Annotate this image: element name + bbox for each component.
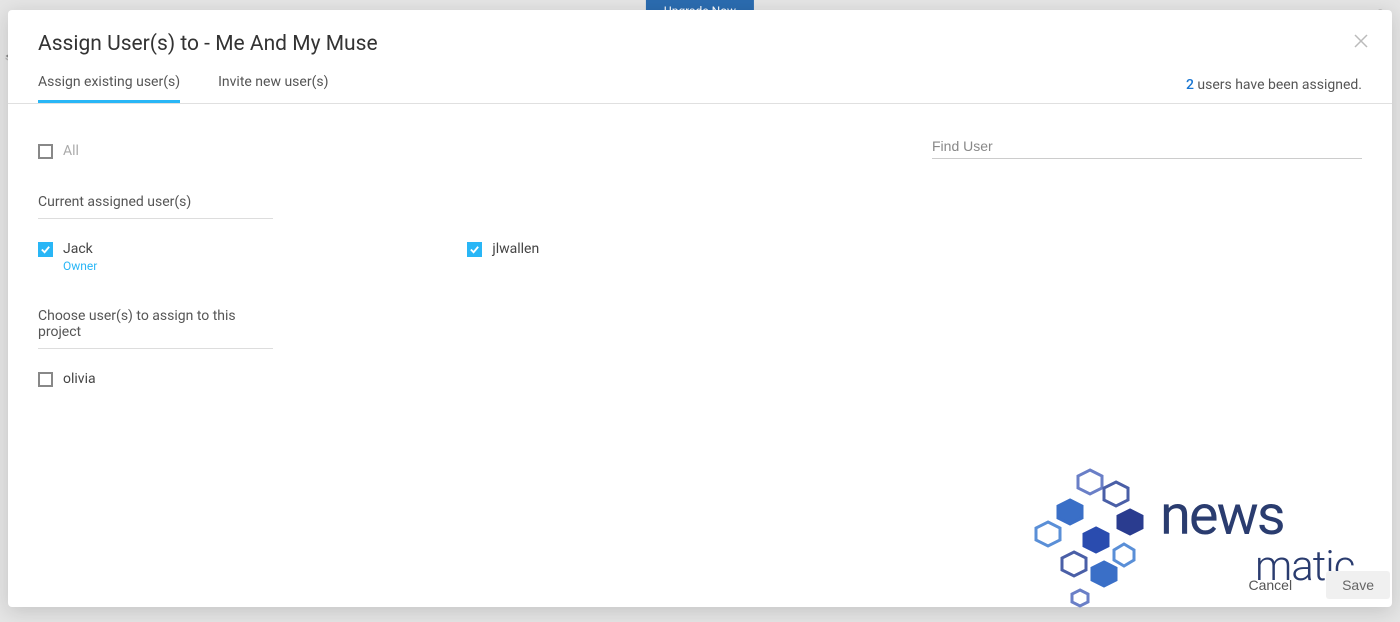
- user-name: jlwallen: [492, 241, 539, 257]
- current-assigned-header: Current assigned user(s): [38, 194, 273, 219]
- cancel-button[interactable]: Cancel: [1232, 571, 1308, 599]
- assigned-user-item: jlwallen: [467, 241, 539, 273]
- user-role: Owner: [63, 259, 97, 273]
- select-all-row: All: [38, 143, 79, 159]
- close-icon[interactable]: [1352, 32, 1370, 54]
- modal-footer: [8, 577, 1392, 607]
- title-prefix: Assign User(s) to -: [38, 32, 215, 56]
- user-name: Jack: [63, 241, 97, 257]
- find-user-field: [932, 134, 1362, 159]
- tab-invite-new[interactable]: Invite new user(s): [218, 74, 328, 103]
- assigned-count: 2: [1186, 77, 1194, 93]
- user-name: olivia: [63, 371, 96, 387]
- select-all-label: All: [63, 143, 79, 159]
- assigned-user-item: Jack Owner: [38, 241, 97, 273]
- tab-assign-existing[interactable]: Assign existing user(s): [38, 74, 180, 103]
- find-user-input[interactable]: [932, 134, 1362, 159]
- available-user-list: olivia: [38, 371, 1362, 387]
- tabs: Assign existing user(s) Invite new user(…: [38, 74, 328, 103]
- assigned-suffix: users have been assigned.: [1194, 77, 1362, 93]
- modal-title: Assign User(s) to - Me And My Muse: [38, 32, 1362, 56]
- modal-footer-buttons: Cancel Save: [1232, 571, 1390, 599]
- select-all-checkbox[interactable]: [38, 144, 53, 159]
- available-user-item: olivia: [38, 371, 1362, 387]
- user-checkbox[interactable]: [467, 242, 482, 257]
- modal-header: Assign User(s) to - Me And My Muse: [8, 10, 1392, 56]
- choose-users-header: Choose user(s) to assign to this project: [38, 308, 273, 349]
- assigned-message: 2 users have been assigned.: [1186, 77, 1362, 103]
- assign-users-modal: Assign User(s) to - Me And My Muse Assig…: [8, 10, 1392, 607]
- user-checkbox[interactable]: [38, 372, 53, 387]
- user-checkbox[interactable]: [38, 242, 53, 257]
- top-row: All: [38, 134, 1362, 159]
- title-target: Me And My Muse: [215, 32, 377, 56]
- save-button[interactable]: Save: [1326, 571, 1390, 599]
- assigned-user-list: Jack Owner jlwallen: [38, 241, 1362, 273]
- modal-body: All Current assigned user(s) Jack Owner: [8, 104, 1392, 577]
- tabs-row: Assign existing user(s) Invite new user(…: [8, 56, 1392, 104]
